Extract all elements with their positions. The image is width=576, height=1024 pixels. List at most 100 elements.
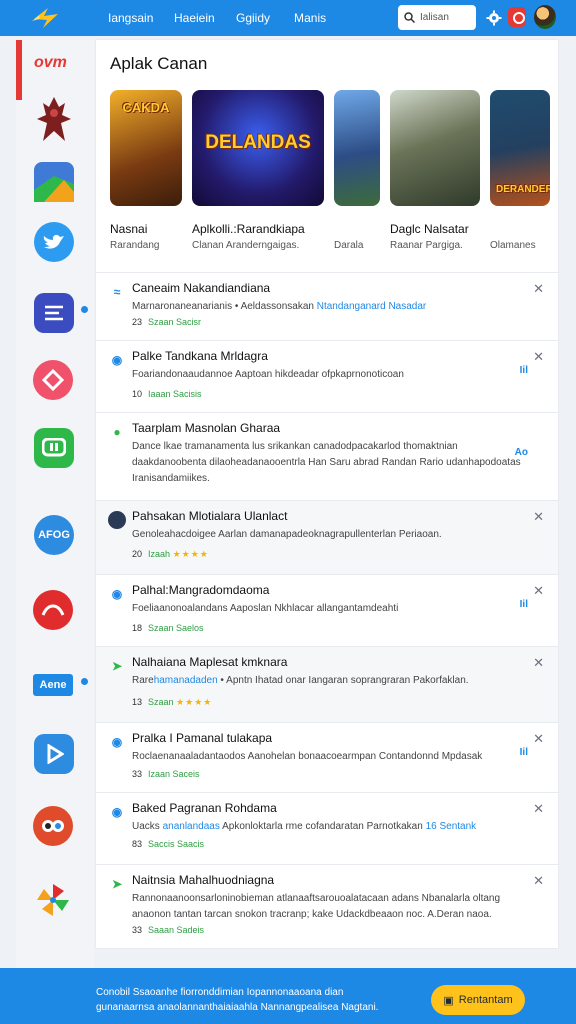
card-title[interactable]: Nasnai xyxy=(110,222,147,236)
rating-stars: ★★★★ xyxy=(172,549,209,559)
card-art-text: CAKDA xyxy=(122,100,170,115)
lightning-logo-icon[interactable] xyxy=(30,5,62,31)
inline-link[interactable]: ananlandaas xyxy=(163,821,220,832)
card-art-text: DERANDER xyxy=(496,184,550,195)
avatar xyxy=(108,511,126,529)
list-item-desc: Rannonaanoonsarloninobieman atlanaaftsar… xyxy=(132,893,501,920)
pinwheel-icon xyxy=(37,884,69,916)
list-item-desc: Foariandonaaudannoe Aaptoan hikdeadar of… xyxy=(132,369,404,380)
list-item[interactable]: ➤ Nalhaiana Maplesat kmknara Rarehamanad… xyxy=(96,646,558,722)
footer-text: Conobil Ssaoanhe fiorronddimian Iopannon… xyxy=(96,987,379,1013)
wave-icon xyxy=(41,604,65,616)
list-item-title: Palke Tandkana Mrldagra xyxy=(132,349,268,363)
list-item-title: Naitnsia Mahalhuodniagna xyxy=(132,873,275,887)
card-title[interactable]: Aplkolli.:Rarandkiapa xyxy=(192,222,305,236)
close-icon[interactable]: ✕ xyxy=(533,873,544,889)
owl-icon xyxy=(42,820,64,832)
signal-icon: Iil xyxy=(519,747,528,758)
sidebar-item-chat-app[interactable] xyxy=(34,428,74,468)
sidebar-item-owl-app[interactable] xyxy=(33,806,73,846)
list-item-title: Nalhaiana Maplesat kmknara xyxy=(132,655,288,669)
sidebar-item-pinwheel-app[interactable] xyxy=(33,880,73,920)
sidebar-item-signal-app[interactable] xyxy=(33,590,73,630)
list-item-desc: Genoleahacdoigee Aarlan damanapadeoknagr… xyxy=(132,529,442,540)
active-indicator xyxy=(16,40,22,100)
list-item-meta: 18 Szaan Saelos xyxy=(132,623,204,633)
chat-bubble-icon: ● xyxy=(113,425,121,439)
list-item-meta: 13 Szaan ★★★★ xyxy=(132,697,213,707)
info-circle-icon: ◉ xyxy=(111,587,123,601)
signal-icon: Iil xyxy=(519,599,528,610)
footer-action-button[interactable]: ▣ Rentantam xyxy=(431,985,525,1015)
list-item[interactable]: ◉ Pralka I Pamanal tulakapa Roclaenanaal… xyxy=(96,722,558,792)
arrow-icon: ➤ xyxy=(111,877,123,891)
sidebar-badge-label: ovm xyxy=(34,54,67,71)
list-item-desc: Dance lkae tramanamenta lus srikankan ca… xyxy=(132,441,521,484)
search-box[interactable] xyxy=(398,5,476,30)
close-icon[interactable]: ✕ xyxy=(533,655,544,671)
list-item[interactable]: ➤ Naitnsia Mahalhuodniagna Rannonaanoons… xyxy=(96,864,558,948)
list-item-title: Caneaim Nakandiandiana xyxy=(132,281,271,295)
footer-button-icon: ▣ xyxy=(443,994,454,1007)
card-subtitle: Clanan Aranderngaigas. xyxy=(192,240,300,251)
inline-link[interactable]: 16 Sentank xyxy=(426,821,477,832)
search-input[interactable] xyxy=(420,12,472,23)
list-item[interactable]: ◉ Palke Tandkana Mrldagra Foariandonaaud… xyxy=(96,340,558,412)
card-image[interactable] xyxy=(334,90,380,206)
sidebar-item-twitter-app[interactable] xyxy=(34,222,74,262)
arrow-icon: ➤ xyxy=(111,659,123,673)
sidebar-item-maps-app[interactable] xyxy=(34,162,74,202)
list-item-meta: 33 Izaan Saceis xyxy=(132,769,200,779)
rating-stars: ★★★★ xyxy=(176,697,213,707)
list-item-meta: 83 Saccis Saacis xyxy=(132,839,205,849)
list-item-desc: Roclaenanaaladantaodos Aanohelan bonaaco… xyxy=(132,751,483,762)
card-image[interactable]: CAKDA xyxy=(110,90,182,206)
nav-item-1[interactable]: Іаngsain xyxy=(108,11,174,25)
unread-dot xyxy=(81,678,88,685)
play-diamond-icon xyxy=(42,369,64,391)
list-item[interactable]: ◉ Palhal:Mangradomdaoma Foeliaanonoaland… xyxy=(96,574,558,646)
translate-icon[interactable]: Ao xyxy=(515,447,528,458)
list-item-meta: 33 Saaan Sadeis xyxy=(132,925,205,935)
card-image[interactable]: DELANDAS xyxy=(192,90,324,206)
sidebar-item-video-app[interactable] xyxy=(34,734,74,774)
list-item-desc: Marnaronaneanarianis • Aeldassonsakan Nt… xyxy=(132,301,427,312)
footer-banner: Conobil Ssaoanhe fiorronddimian Iopannon… xyxy=(0,968,576,1024)
list-item-title: Pahsakan Mlotialara Ulanlact xyxy=(132,509,288,523)
notifications-icon[interactable] xyxy=(508,7,526,27)
close-icon[interactable]: ✕ xyxy=(533,801,544,817)
gear-icon[interactable] xyxy=(486,10,502,26)
info-circle-icon: ◉ xyxy=(111,735,123,749)
avatar[interactable] xyxy=(534,5,556,29)
list-item[interactable]: ≈ Caneaim Nakandiandiana Marnaronaneanar… xyxy=(96,272,558,340)
card-image[interactable]: DERANDER xyxy=(490,90,550,206)
inline-link[interactable]: Ntandanganard Nasadar xyxy=(317,301,427,312)
list-item-title: Taarplam Masnolan Gharaa xyxy=(132,421,281,435)
list-item-desc: Uacks ananlandaas Apkonloktarla rme cofa… xyxy=(132,821,477,832)
featured-carousel: CAKDA DELANDAS DERANDER Nasnai Rarandang… xyxy=(110,90,550,260)
close-icon[interactable]: ✕ xyxy=(533,349,544,365)
sidebar-item-aene-app[interactable]: Aene xyxy=(33,674,73,696)
unread-dot xyxy=(81,306,88,313)
sidebar-item-notes-app[interactable] xyxy=(34,293,74,333)
footer-button-label: Rentantam xyxy=(458,994,513,1006)
sidebar-item-play-app[interactable] xyxy=(33,360,73,400)
card-title[interactable]: Daglc Nalsatar xyxy=(390,222,469,236)
nav-item-2[interactable]: Нaeiein xyxy=(174,11,236,25)
close-icon[interactable]: ✕ xyxy=(533,583,544,599)
close-icon[interactable]: ✕ xyxy=(533,731,544,747)
list-item[interactable]: ◉ Baked Pagranan Rohdama Uacks ananlanda… xyxy=(96,792,558,864)
nav-item-4[interactable]: Маnis xyxy=(294,11,354,25)
sidebar-item-warrior-app[interactable] xyxy=(34,97,74,141)
card-image[interactable] xyxy=(390,90,480,206)
list-item-title: Baked Pagranan Rohdama xyxy=(132,801,277,815)
signal-icon: Iil xyxy=(519,365,528,376)
close-icon[interactable]: ✕ xyxy=(533,509,544,525)
close-icon[interactable]: ✕ xyxy=(533,281,544,297)
sidebar-item-afog-app[interactable]: AFOG xyxy=(34,515,74,555)
list-item[interactable]: ● Taarplam Masnolan Gharaa Dance lkae tr… xyxy=(96,412,558,500)
list-item[interactable]: Pahsakan Mlotialara Ulanlact Genoleahacd… xyxy=(96,500,558,574)
inline-link[interactable]: hamanadaden xyxy=(154,675,218,686)
sidebar-badge[interactable]: ovm xyxy=(16,40,80,100)
nav-item-3[interactable]: Ggiidy xyxy=(236,11,294,25)
